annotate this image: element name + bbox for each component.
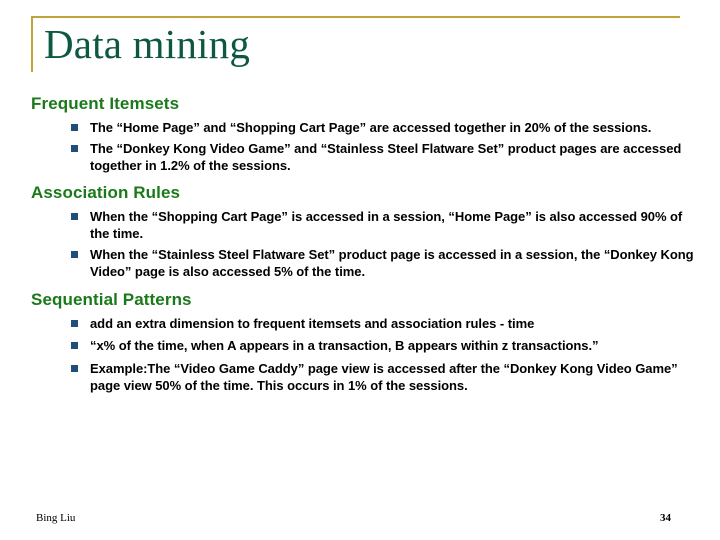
list-item: The “Donkey Kong Video Game” and “Stainl… — [31, 140, 703, 175]
square-bullet-icon — [71, 250, 78, 258]
list-item-text: The “Donkey Kong Video Game” and “Stainl… — [90, 140, 682, 174]
title-rule-decoration: Data mining — [31, 16, 680, 72]
section-heading: Sequential Patterns — [31, 289, 192, 309]
footer-author: Bing Liu — [36, 512, 76, 524]
bullet-list: The “Home Page” and “Shopping Cart Page”… — [31, 119, 703, 175]
square-bullet-icon — [71, 212, 78, 220]
section-sequential-patterns: Sequential Patterns add an extra dimensi… — [31, 289, 703, 395]
square-bullet-icon — [71, 319, 78, 327]
footer-page-number: 34 — [660, 512, 671, 524]
square-bullet-icon — [71, 124, 78, 131]
square-bullet-icon — [71, 144, 78, 152]
list-item: add an extra dimension to frequent items… — [31, 315, 703, 333]
list-item: When the “Shopping Cart Page” is accesse… — [31, 208, 703, 243]
list-item-text: When the “Shopping Cart Page” is accesse… — [90, 208, 683, 242]
slide: Data mining Frequent Itemsets The “Home … — [0, 0, 720, 540]
list-item: Example:The “Video Game Caddy” page view… — [31, 360, 703, 395]
section-heading: Frequent Itemsets — [31, 94, 180, 113]
list-item-text: When the “Stainless Steel Flatware Set” … — [90, 246, 694, 280]
list-item: The “Home Page” and “Shopping Cart Page”… — [31, 119, 703, 137]
section-frequent-itemsets: Frequent Itemsets The “Home Page” and “S… — [31, 93, 703, 175]
section-heading: Association Rules — [31, 182, 181, 202]
list-item-text: add an extra dimension to frequent items… — [90, 315, 535, 331]
slide-body: Frequent Itemsets The “Home Page” and “S… — [31, 93, 703, 400]
list-item-text: Example:The “Video Game Caddy” page view… — [90, 360, 678, 394]
square-bullet-icon — [71, 364, 78, 372]
bullet-list: When the “Shopping Cart Page” is accesse… — [31, 208, 703, 281]
square-bullet-icon — [71, 342, 78, 349]
bullet-list: add an extra dimension to frequent items… — [31, 315, 703, 395]
list-item: When the “Stainless Steel Flatware Set” … — [31, 246, 703, 281]
list-item-text: “x% of the time, when A appears in a tra… — [90, 338, 599, 353]
page-title: Data mining — [44, 21, 251, 67]
section-association-rules: Association Rules When the “Shopping Car… — [31, 182, 703, 281]
list-item: “x% of the time, when A appears in a tra… — [31, 337, 703, 355]
list-item-text: The “Home Page” and “Shopping Cart Page”… — [90, 120, 652, 135]
